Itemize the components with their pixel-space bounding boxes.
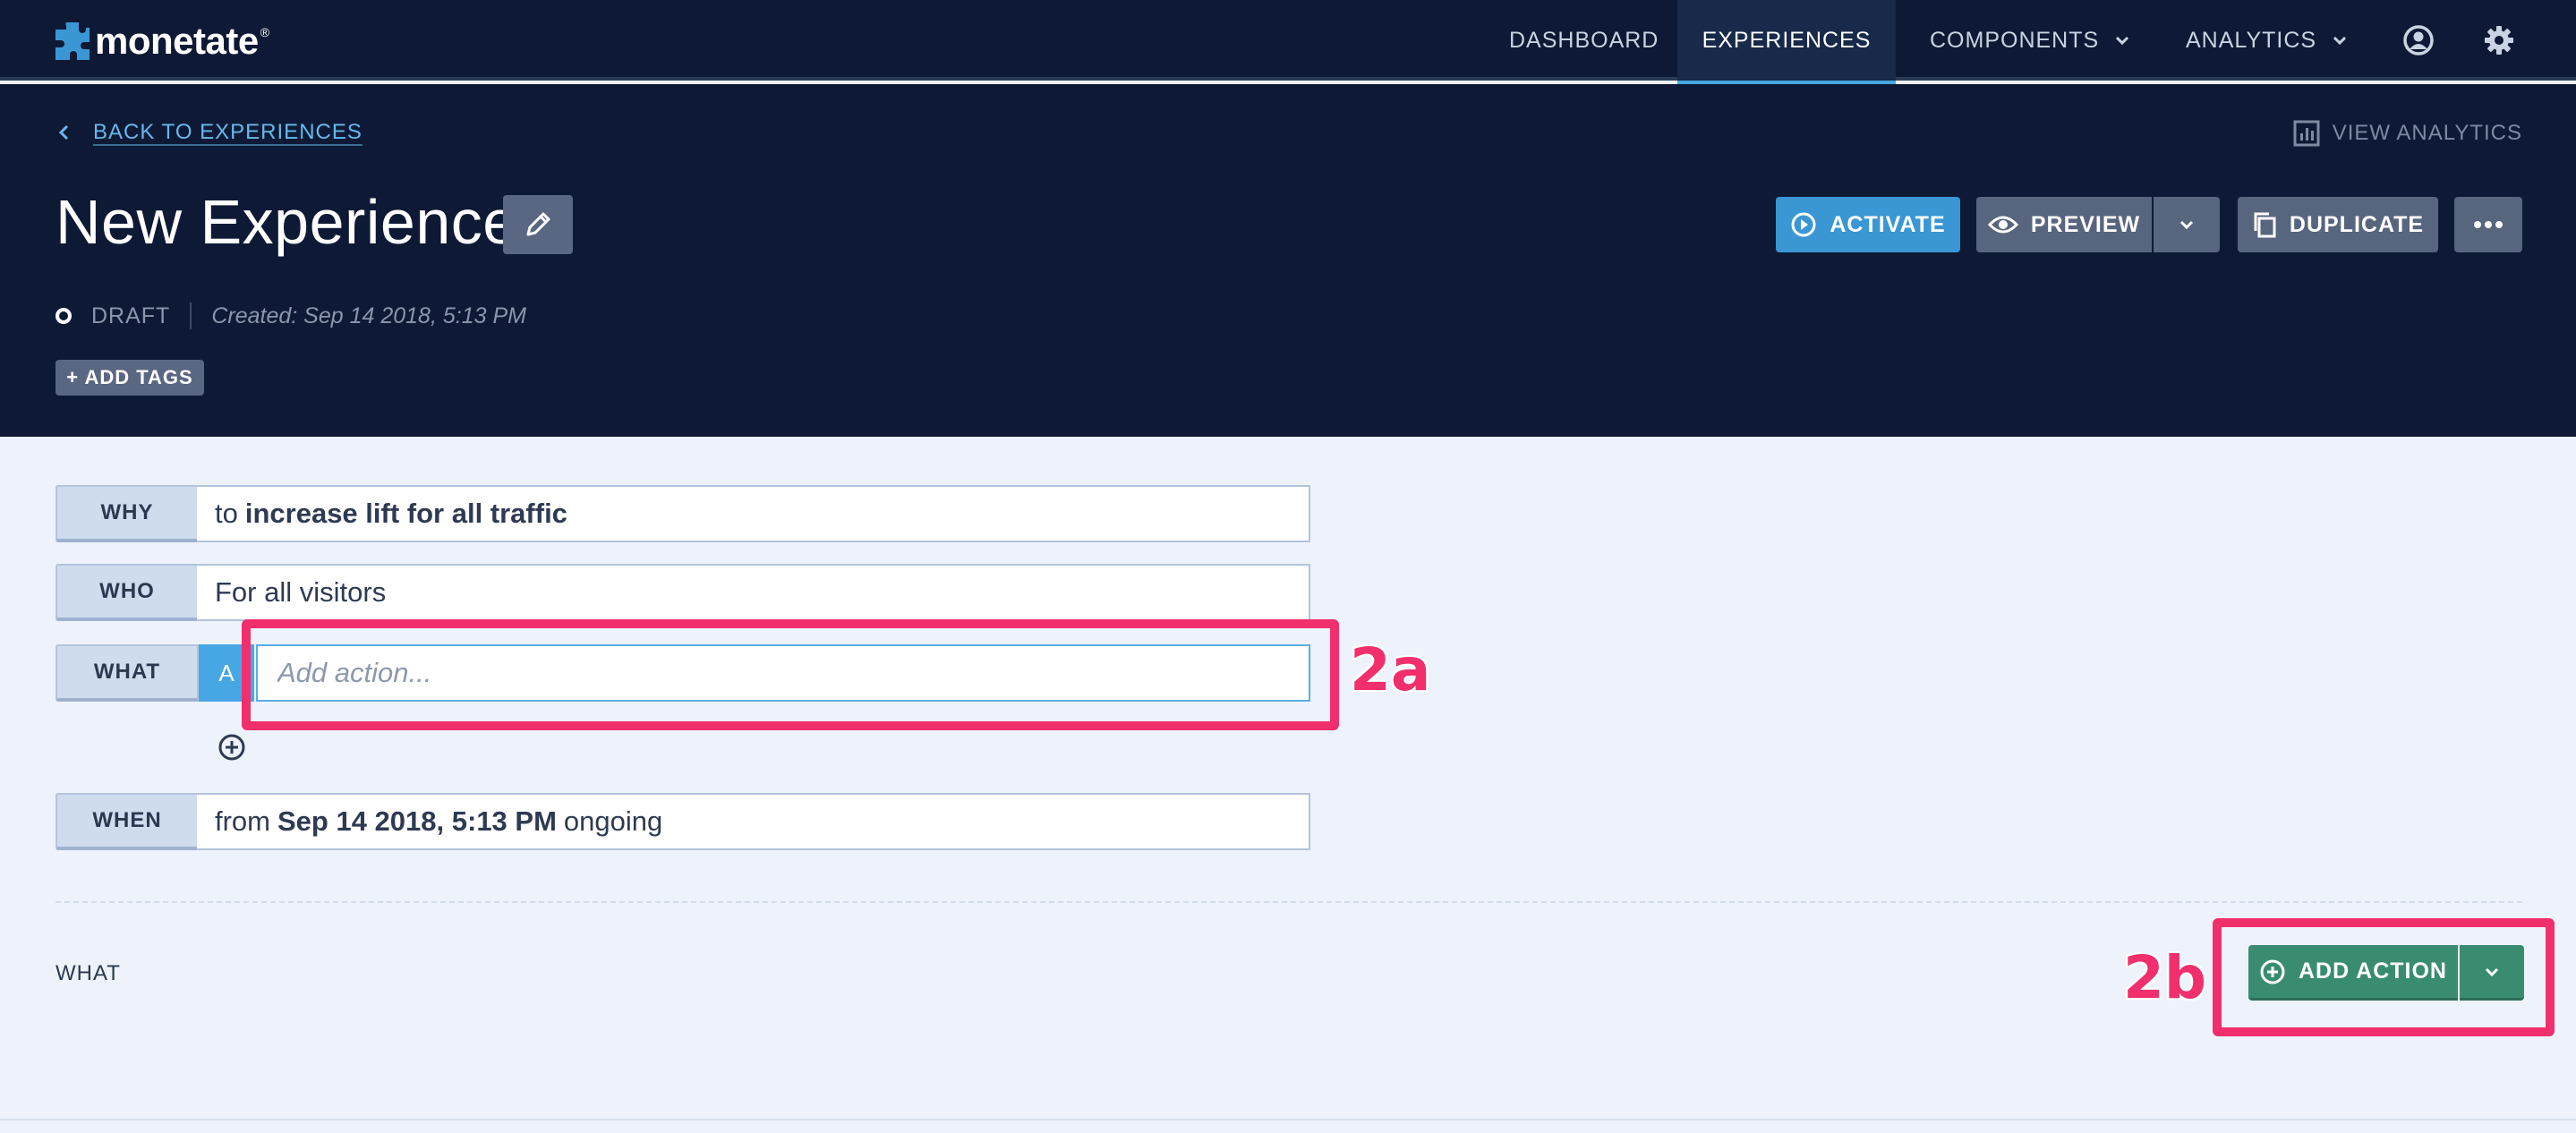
play-circle-icon [1791, 212, 1816, 237]
who-label: WHO [55, 564, 199, 621]
preview-button[interactable]: PREVIEW [1976, 197, 2152, 252]
analytics-chart-icon [2293, 120, 2320, 147]
nav-analytics[interactable]: ANALYTICS [2186, 0, 2349, 81]
brand-name: monetate [95, 20, 259, 62]
edit-title-button[interactable] [503, 195, 573, 254]
user-circle-icon[interactable] [2401, 22, 2436, 58]
preview-options-dropdown[interactable] [2154, 197, 2220, 252]
copy-icon [2254, 212, 2276, 238]
chevron-left-icon [58, 124, 69, 141]
back-link-label: BACK TO EXPERIENCES [93, 120, 363, 144]
duplicate-button[interactable]: DUPLICATE [2238, 197, 2438, 252]
view-analytics-label: VIEW ANALYTICS [2332, 121, 2522, 145]
when-label: WHEN [55, 793, 199, 850]
back-to-experiences-link[interactable]: BACK TO EXPERIENCES [57, 120, 363, 145]
experience-header [0, 84, 2576, 437]
annotation-label-2a: 2a [1350, 635, 1431, 704]
duplicate-label: DUPLICATE [2289, 211, 2425, 237]
when-suffix: ongoing [563, 805, 663, 837]
why-prefix: to [215, 498, 238, 529]
puzzle-logo-icon [55, 22, 90, 60]
what-label: WHAT [55, 644, 199, 702]
gear-icon[interactable] [2481, 22, 2517, 58]
more-options-button[interactable] [2454, 197, 2522, 252]
bottom-border [0, 1119, 2576, 1120]
nav-dashboard[interactable]: DASHBOARD [1509, 0, 1659, 81]
why-goal: increase lift for all traffic [244, 498, 567, 529]
experience-title: New Experience [55, 187, 518, 257]
who-audience: For all visitors [215, 576, 387, 608]
highlight-box-2a [242, 619, 1339, 730]
view-analytics-link[interactable]: VIEW ANALYTICS [2293, 120, 2522, 147]
nav-experiences[interactable]: EXPERIENCES [1677, 0, 1896, 84]
activate-button[interactable]: ACTIVATE [1776, 197, 1960, 252]
top-navigation: monetate ® DASHBOARD EXPERIENCES COMPONE… [0, 0, 2576, 84]
add-tags-button[interactable]: + ADD TAGS [55, 360, 204, 396]
experience-status: DRAFT Created: Sep 14 2018, 5:13 PM [55, 302, 526, 329]
highlight-box-2b [2213, 918, 2555, 1036]
pencil-icon [526, 212, 550, 236]
status-circle-icon [55, 308, 72, 324]
why-value[interactable]: to increase lift for all traffic [197, 485, 1310, 542]
annotation-label-2b: 2b [2123, 943, 2207, 1012]
section-divider [55, 901, 2522, 903]
when-date: Sep 14 2018, 5:13 PM [277, 805, 557, 837]
what-section-title: WHAT [55, 961, 121, 985]
status-badge: DRAFT [91, 302, 171, 328]
nav-components[interactable]: COMPONENTS [1930, 0, 2131, 81]
who-value[interactable]: For all visitors [197, 564, 1310, 621]
nav-analytics-label: ANALYTICS [2186, 27, 2317, 53]
when-value[interactable]: from Sep 14 2018, 5:13 PM ongoing [197, 793, 1310, 850]
when-prefix: from [215, 805, 270, 837]
add-plus-circle-icon[interactable] [217, 732, 247, 762]
chevron-down-icon [2116, 36, 2129, 46]
chevron-down-icon [2333, 36, 2347, 46]
status-divider [190, 302, 192, 329]
monetate-logo[interactable]: monetate ® [54, 20, 269, 63]
why-label: WHY [55, 485, 199, 542]
nav-components-label: COMPONENTS [1930, 27, 2100, 53]
chevron-down-icon [2179, 220, 2194, 230]
activate-label: ACTIVATE [1830, 211, 1946, 237]
registered-mark: ® [260, 25, 270, 39]
created-timestamp: Created: Sep 14 2018, 5:13 PM [211, 302, 526, 328]
eye-icon [1987, 216, 2018, 234]
preview-label: PREVIEW [2030, 211, 2141, 237]
ellipsis-icon [2474, 221, 2503, 228]
